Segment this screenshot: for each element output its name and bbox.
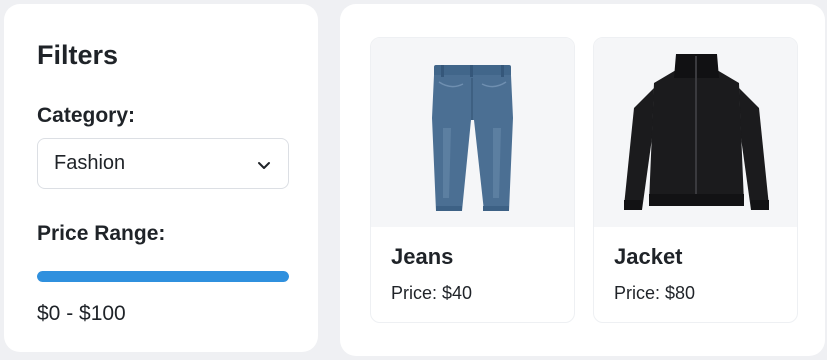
product-image bbox=[594, 38, 797, 227]
filters-title: Filters bbox=[37, 40, 119, 70]
price-range-value: $0 - $100 bbox=[37, 302, 126, 325]
price-range-fill bbox=[37, 271, 289, 282]
product-name: Jeans bbox=[391, 244, 454, 269]
category-select[interactable]: Fashion bbox=[37, 138, 289, 189]
product-price: Price: $80 bbox=[614, 283, 696, 303]
category-label: Category: bbox=[37, 104, 136, 127]
product-name: Jacket bbox=[614, 244, 683, 269]
product-card-jeans[interactable]: Jeans Price: $40 bbox=[370, 37, 575, 323]
product-grid: Jeans Price: $40 Jacket Price: $80 bbox=[340, 4, 825, 356]
product-card-jacket[interactable]: Jacket Price: $80 bbox=[593, 37, 798, 323]
chevron-down-icon bbox=[258, 162, 270, 169]
category-select-value: Fashion bbox=[54, 152, 126, 174]
jacket-image bbox=[624, 54, 769, 210]
product-image bbox=[371, 38, 574, 227]
product-price: Price: $40 bbox=[391, 283, 473, 303]
price-range-slider[interactable] bbox=[37, 271, 289, 282]
price-range-label: Price Range: bbox=[37, 222, 166, 245]
jeans-image bbox=[432, 65, 513, 211]
filters-panel: Filters Category: Fashion Price Range: $… bbox=[4, 4, 318, 352]
